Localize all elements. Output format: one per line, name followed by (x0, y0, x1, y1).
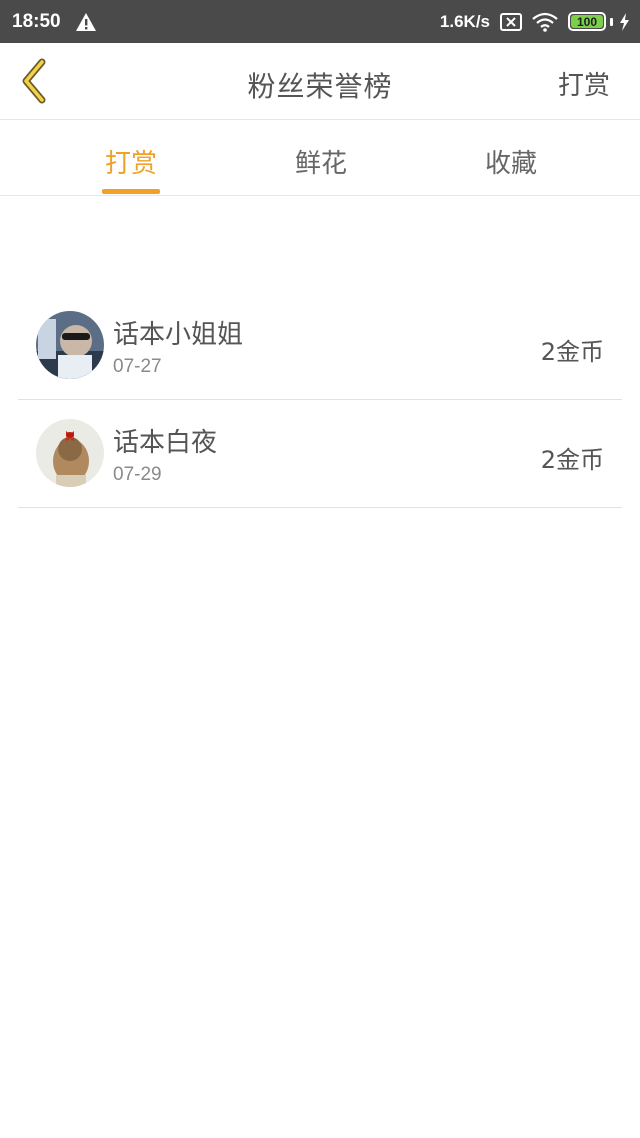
list-item[interactable]: 话本白夜 07-29 2金币 (18, 400, 622, 508)
status-left: 18:50 (12, 11, 97, 33)
tab-reward[interactable]: 打赏 (100, 121, 162, 196)
tab-active-indicator (102, 189, 160, 194)
sim-x-icon (500, 12, 522, 31)
tab-label: 鲜花 (294, 149, 347, 179)
app-header: 粉丝荣誉榜 打赏 (0, 43, 640, 120)
item-amount: 2金币 (540, 338, 604, 366)
reward-action-button[interactable]: 打赏 (558, 65, 610, 102)
battery-tip (610, 17, 613, 26)
battery-icon: 100 (568, 12, 606, 31)
item-amount: 2金币 (540, 446, 604, 474)
tab-bar: 打赏 鲜花 收藏 (0, 121, 640, 196)
wifi-icon (532, 12, 558, 32)
tab-label: 收藏 (484, 149, 537, 179)
battery-level: 100 (576, 14, 598, 29)
tab-label: 打赏 (104, 149, 157, 179)
avatar (36, 419, 104, 487)
status-time: 18:50 (12, 10, 61, 32)
charging-bolt-icon (620, 12, 629, 31)
net-speed: 1.6K/s (439, 11, 490, 31)
avatar (36, 311, 104, 379)
item-date: 07-29 (113, 464, 162, 485)
page-title: 粉丝荣誉榜 (247, 70, 393, 103)
fan-list: 话本小姐姐 07-27 2金币 话本白夜 07-29 2金币 (18, 292, 622, 508)
status-bar: 18:50 1.6K/s 100 (0, 0, 640, 43)
item-date: 07-27 (113, 356, 162, 377)
tab-flowers[interactable]: 鲜花 (290, 121, 352, 196)
item-name: 话本小姐姐 (113, 320, 244, 350)
status-right: 1.6K/s 100 (440, 12, 630, 32)
list-item[interactable]: 话本小姐姐 07-27 2金币 (18, 292, 622, 400)
item-name: 话本白夜 (113, 428, 218, 458)
warning-icon (75, 12, 96, 31)
tab-favorites[interactable]: 收藏 (480, 121, 542, 196)
